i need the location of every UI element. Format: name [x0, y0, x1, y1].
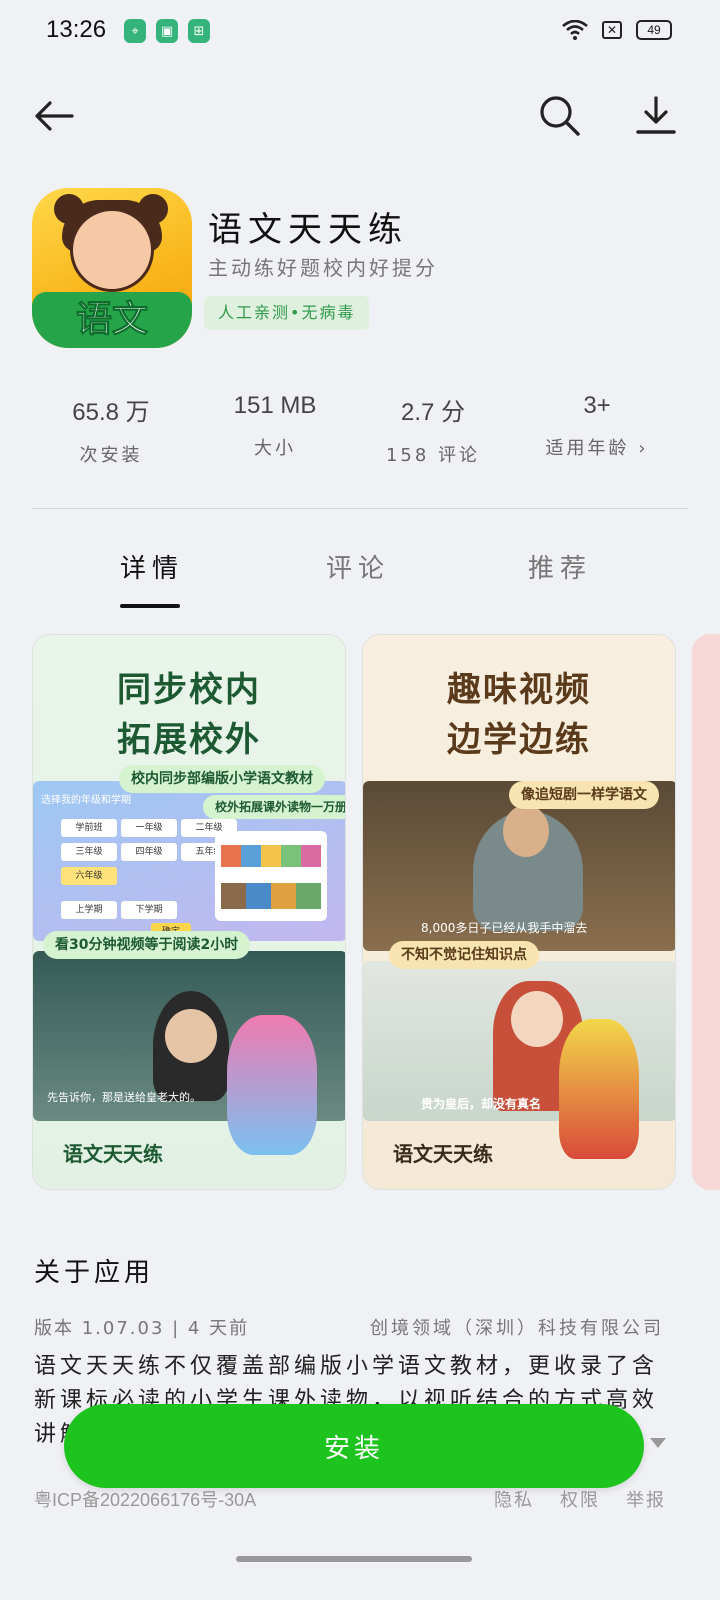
screenshot-1-chip-3: 看30分钟视频等于阅读2小时: [43, 931, 251, 959]
screenshot-2-brand: 语文天天练: [393, 1142, 493, 1166]
grade-panel-heading: 选择我的年级和学期: [41, 795, 131, 806]
screenshot-3-peek[interactable]: [692, 634, 720, 1190]
top-bar: [0, 86, 720, 146]
safety-badge: 人工亲测•无病毒: [204, 296, 370, 330]
wifi-icon: [562, 20, 588, 40]
home-indicator[interactable]: [236, 1556, 472, 1562]
screenshot-1-title-line1: 同步校内: [117, 670, 261, 710]
stat-size: 151 MB 大小: [233, 392, 317, 459]
app-slogan: 主动练好题校内好提分: [208, 256, 438, 280]
stat-installs: 65.8 万 次安装: [72, 399, 150, 466]
video-caption-1: 先告诉你，那是送给皇老大的。: [47, 1091, 201, 1104]
stat-age-rating[interactable]: 3+ 适用年龄 ›: [512, 392, 682, 460]
screenshot-2-title-line2: 边学边练: [447, 720, 591, 760]
app-notification-icon: ▣: [156, 19, 178, 43]
status-time: 13:26: [46, 16, 107, 43]
video-caption-2: 8,000多日子已经从我手中溜去: [421, 921, 588, 935]
system-icons: ✕ 49: [562, 20, 672, 40]
active-tab-indicator: [120, 604, 180, 608]
mascot-2-icon: [559, 1019, 639, 1159]
status-bar: 13:26 ⌖ ▣ ⊞ ✕ 49: [0, 0, 720, 64]
screenshot-2[interactable]: 趣味视频 边学边练 8,000多日子已经从我手中溜去 像追短剧一样学语文 贵为皇…: [362, 634, 676, 1190]
app-icon-label: 语文: [75, 299, 148, 341]
notification-icons: ⌖ ▣ ⊞: [124, 19, 210, 43]
app-stats: 65.8 万 次安装 151 MB 大小 2.7 分 158 评论 3+ 适用年…: [0, 392, 720, 472]
divider: [32, 508, 688, 509]
version-info: 版本 1.07.03 | 4 天前: [34, 1318, 250, 1339]
stat-rating[interactable]: 2.7 分 158 评论: [348, 392, 518, 467]
about-title: 关于应用: [34, 1258, 155, 1288]
screenshot-1-chip-2: 校外拓展课外读物一万册: [203, 795, 345, 819]
footer-links: 隐私 权限 举报: [494, 1486, 666, 1512]
privacy-link[interactable]: 隐私: [494, 1486, 534, 1512]
screenshot-1-brand: 语文天天练: [63, 1142, 163, 1166]
report-link[interactable]: 举报: [626, 1486, 666, 1512]
search-icon[interactable]: [536, 92, 584, 140]
expand-arrow-icon[interactable]: [650, 1438, 666, 1448]
tab-reviews[interactable]: 评论: [326, 548, 390, 585]
screenshot-1[interactable]: 同步校内 拓展校外 选择我的年级和学期 学前班 一年级 二年级 三年级 四年级 …: [32, 634, 346, 1190]
screenshot-2-chip-2: 不知不觉记住知识点: [389, 941, 539, 969]
screenshot-2-title-line1: 趣味视频: [447, 670, 591, 710]
download-icon[interactable]: [632, 92, 680, 140]
location-notification-icon: ⌖: [124, 19, 146, 43]
developer-name[interactable]: 创境领域（深圳）科技有限公司: [370, 1314, 664, 1340]
app-name: 语文天天练: [208, 210, 408, 250]
back-arrow-icon[interactable]: [30, 92, 78, 140]
tab-recommend[interactable]: 推荐: [528, 548, 592, 585]
screenshot-1-chip-1: 校内同步部编版小学语文教材: [119, 765, 325, 793]
screenshot-1-title-line2: 拓展校外: [117, 720, 261, 760]
permissions-link[interactable]: 权限: [560, 1486, 600, 1512]
girl-character-icon: [70, 208, 154, 292]
app-icon: 语文: [32, 188, 192, 348]
icp-number: 粤ICP备2022066176号-30A: [34, 1490, 257, 1510]
book-shelf: [215, 831, 327, 921]
no-sim-icon: ✕: [602, 21, 622, 39]
screenshot-2-chip-1: 像追短剧一样学语文: [509, 781, 659, 809]
battery-icon: 49: [636, 20, 672, 40]
install-button[interactable]: 安装: [64, 1404, 644, 1488]
tab-details[interactable]: 详情: [120, 548, 184, 585]
mascot-icon: [227, 1015, 317, 1155]
shop-notification-icon: ⊞: [188, 19, 210, 43]
